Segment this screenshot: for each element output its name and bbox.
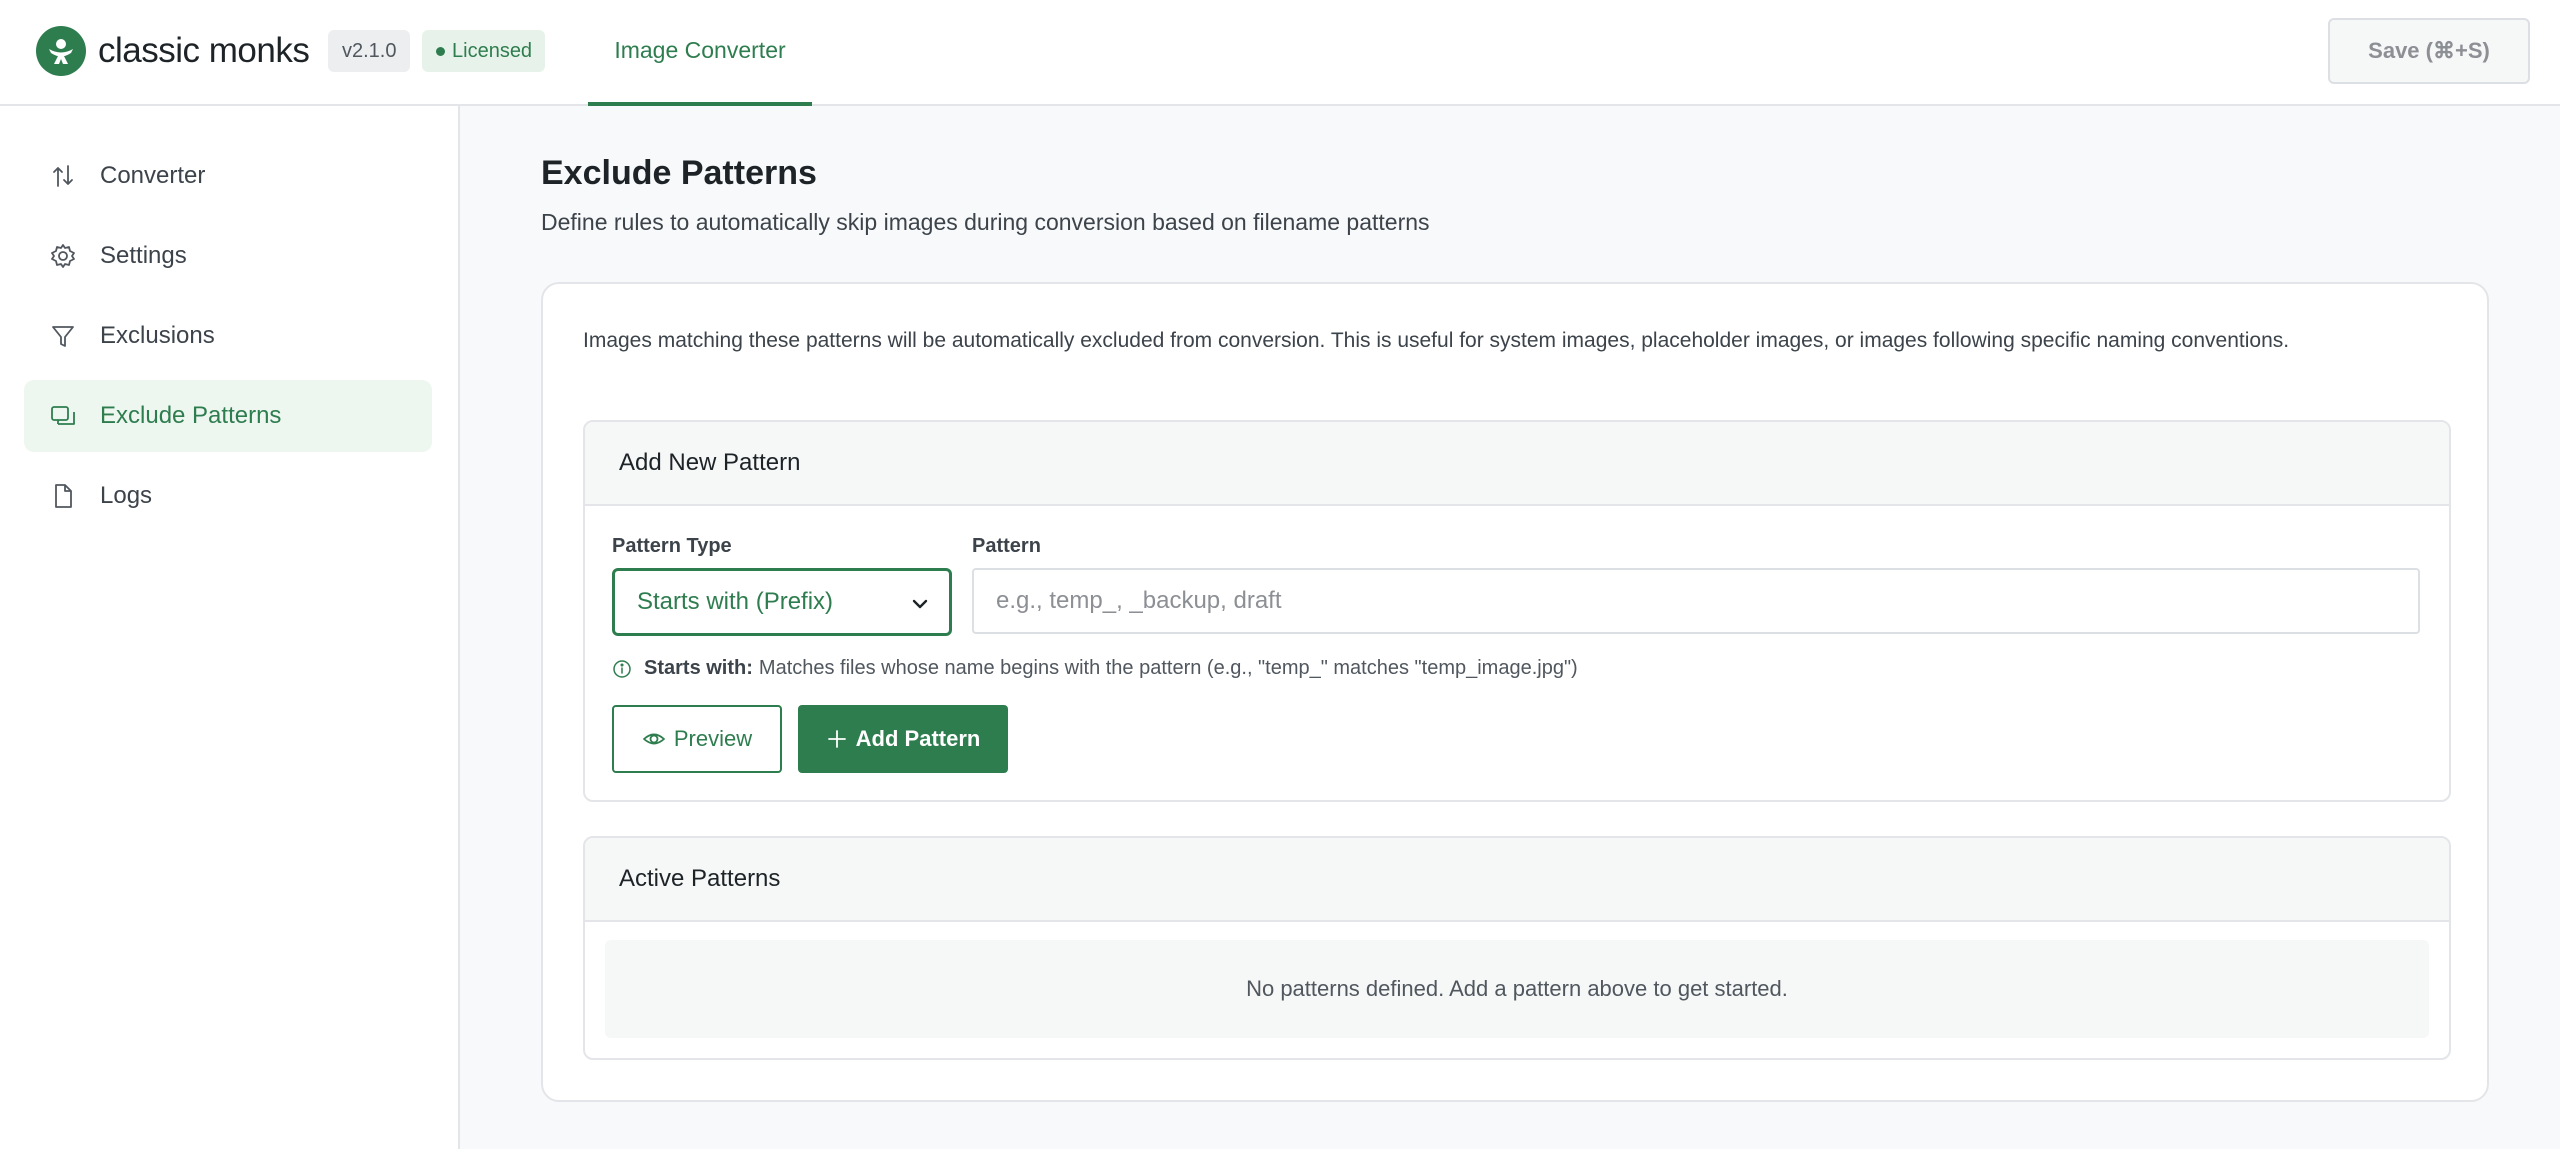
preview-button[interactable]: Preview — [612, 705, 782, 773]
pattern-hint: Starts with: Matches files whose name be… — [612, 657, 1578, 680]
sidebar-item-label: Logs — [100, 482, 153, 509]
sidebar-item-exclusions[interactable]: Exclusions — [24, 300, 432, 372]
license-status-label: Licensed — [452, 40, 533, 62]
card-description: Images matching these patterns will be a… — [583, 329, 2290, 352]
save-button[interactable]: Save (⌘+S) — [2328, 18, 2530, 84]
sidebar-item-exclude-patterns[interactable]: Exclude Patterns — [24, 380, 432, 452]
plus-icon — [827, 730, 846, 748]
page-title: Exclude Patterns — [541, 154, 817, 192]
hint-text: Matches files whose name begins with the… — [758, 657, 1578, 679]
sidebar-item-label: Exclusions — [100, 322, 215, 349]
brand-name: classic monks — [98, 31, 310, 70]
arrows-up-down-icon — [48, 161, 78, 191]
info-icon — [613, 659, 631, 678]
empty-state-message: No patterns defined. Add a pattern above… — [605, 940, 2429, 1038]
hint-label: Starts with: — [644, 657, 753, 679]
page-subtitle: Define rules to automatically skip image… — [541, 209, 1430, 235]
status-dot-icon — [436, 46, 445, 56]
version-badge: v2.1.0 — [328, 30, 411, 72]
license-status-badge: Licensed — [422, 30, 546, 72]
pattern-type-select[interactable]: Starts with (Prefix) — [612, 568, 952, 636]
pattern-type-value: Starts with (Prefix) — [637, 588, 834, 615]
top-bar: classic monks v2.1.0 Licensed Image Conv… — [0, 0, 2560, 106]
chevron-down-icon — [912, 599, 928, 609]
gear-icon — [48, 241, 78, 271]
pattern-label: Pattern — [972, 535, 1041, 557]
preview-button-label: Preview — [673, 726, 753, 751]
brand: classic monks — [36, 26, 310, 76]
sidebar-item-converter[interactable]: Converter — [24, 140, 432, 212]
pattern-input[interactable] — [972, 568, 2420, 634]
sidebar-item-settings[interactable]: Settings — [24, 220, 432, 292]
add-pattern-button-label: Add Pattern — [855, 726, 981, 751]
panel-title: Active Patterns — [585, 838, 2449, 922]
tab-image-converter[interactable]: Image Converter — [588, 0, 812, 106]
brand-logo-icon — [36, 26, 86, 76]
sidebar-item-label: Exclude Patterns — [100, 402, 282, 429]
file-icon — [48, 481, 78, 511]
sidebar: Converter Settings Exclusions Exclude Pa… — [0, 106, 460, 1149]
sidebar-item-logs[interactable]: Logs — [24, 460, 432, 532]
eye-icon — [642, 733, 665, 745]
panel-title: Add New Pattern — [585, 422, 2449, 506]
sidebar-item-label: Settings — [100, 242, 187, 269]
sidebar-item-label: Converter — [100, 162, 206, 189]
pattern-type-label: Pattern Type — [612, 535, 732, 557]
add-pattern-button[interactable]: Add Pattern — [798, 705, 1008, 773]
filter-icon — [48, 321, 78, 351]
copy-icon — [48, 401, 78, 431]
